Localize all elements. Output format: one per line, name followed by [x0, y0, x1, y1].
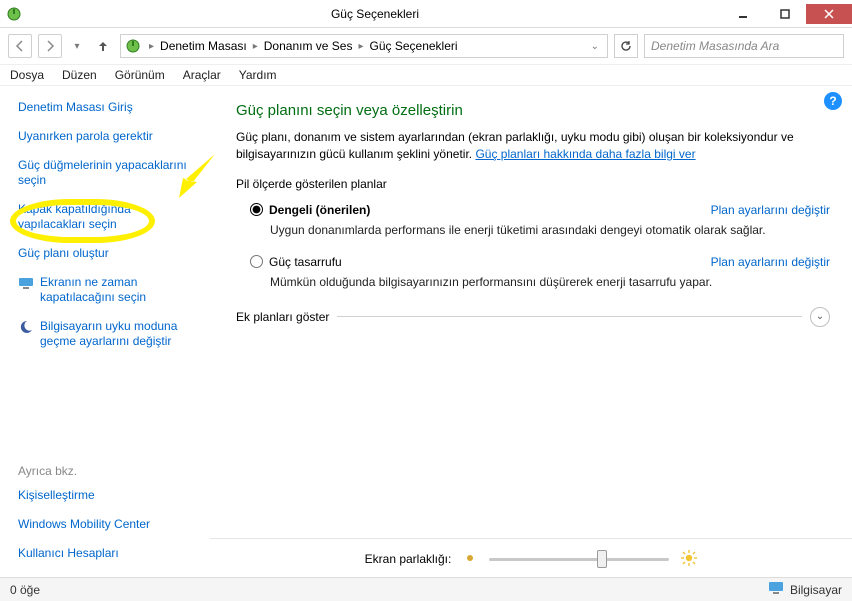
power-plan-saver: Güç tasarrufu Plan ayarlarını değiştir M…: [250, 255, 830, 289]
menu-view[interactable]: Görünüm: [115, 68, 165, 82]
sidebar: Denetim Masası Giriş Uyanırken parola ge…: [0, 86, 210, 577]
content-area: Denetim Masası Giriş Uyanırken parola ge…: [0, 86, 852, 577]
seealso-personalization[interactable]: Kişiselleştirme: [18, 488, 201, 503]
sidebar-item-sleep-settings[interactable]: Bilgisayarın uyku moduna geçme ayarların…: [18, 319, 201, 349]
seealso-mobility-center[interactable]: Windows Mobility Center: [18, 517, 201, 532]
sidebar-item-power-buttons[interactable]: Güç düğmelerinin yapacaklarını seçin: [18, 158, 201, 188]
sidebar-item-lid-close[interactable]: Kapak kapatıldığında yapılacakları seçin: [18, 202, 201, 232]
plan-radio-saver[interactable]: [250, 255, 263, 268]
nav-toolbar: ▾ ▸ Denetim Masası ▸ Donanım ve Ses ▸ Gü…: [0, 28, 852, 64]
slider-thumb[interactable]: [597, 550, 607, 568]
refresh-button[interactable]: [614, 34, 638, 58]
page-description: Güç planı, donanım ve sistem ayarlarında…: [236, 129, 830, 163]
back-button[interactable]: [8, 34, 32, 58]
brightness-control: Ekran parlaklığı:: [210, 538, 852, 569]
breadcrumb-item[interactable]: Donanım ve Ses: [264, 39, 353, 53]
menu-help[interactable]: Yardım: [239, 68, 277, 82]
help-icon[interactable]: ?: [824, 92, 842, 110]
sidebar-item-control-panel-home[interactable]: Denetim Masası Giriş: [18, 100, 201, 115]
plan-name: Dengeli (önerilen): [269, 203, 370, 217]
see-also-header: Ayrıca bkz.: [18, 464, 201, 478]
chevron-right-icon: ▸: [354, 41, 367, 52]
change-plan-settings-link[interactable]: Plan ayarlarını değiştir: [711, 203, 830, 217]
brightness-label: Ekran parlaklığı:: [365, 552, 452, 566]
seealso-user-accounts[interactable]: Kullanıcı Hesapları: [18, 546, 201, 561]
power-options-icon: [125, 38, 141, 54]
power-plan-balanced: Dengeli (önerilen) Plan ayarlarını değiş…: [250, 203, 830, 237]
chevron-right-icon: ▸: [145, 41, 158, 52]
sidebar-item-create-plan[interactable]: Güç planı oluştur: [18, 246, 201, 261]
up-button[interactable]: [92, 35, 114, 57]
menu-tools[interactable]: Araçlar: [183, 68, 221, 82]
plan-name: Güç tasarrufu: [269, 255, 342, 269]
sun-low-icon: [463, 551, 477, 568]
monitor-icon: [18, 275, 34, 291]
brightness-slider[interactable]: [489, 549, 669, 569]
menu-edit[interactable]: Düzen: [62, 68, 97, 82]
plan-description: Uygun donanımlarda performans ile enerji…: [270, 223, 830, 237]
status-item-count: 0 öğe: [10, 583, 40, 597]
minimize-button[interactable]: [722, 4, 764, 24]
maximize-button[interactable]: [764, 4, 806, 24]
search-placeholder: Denetim Masasında Ara: [651, 39, 779, 53]
window-title: Güç Seçenekleri: [28, 7, 722, 21]
chevron-right-icon: ▸: [249, 41, 262, 52]
change-plan-settings-link[interactable]: Plan ayarlarını değiştir: [711, 255, 830, 269]
menubar: Dosya Düzen Görünüm Araçlar Yardım: [0, 64, 852, 86]
breadcrumb-dropdown[interactable]: ⌄: [587, 41, 603, 52]
chevron-down-icon[interactable]: ⌄: [810, 307, 830, 327]
menu-file[interactable]: Dosya: [10, 68, 44, 82]
main-panel: ? Güç planını seçin veya özelleştirin Gü…: [210, 86, 852, 577]
titlebar: Güç Seçenekleri: [0, 0, 852, 28]
show-additional-plans[interactable]: Ek planları göster ⌄: [236, 307, 830, 327]
breadcrumb-item[interactable]: Denetim Masası: [160, 39, 247, 53]
recent-dropdown[interactable]: ▾: [68, 34, 86, 58]
sidebar-item-require-password[interactable]: Uyanırken parola gerektir: [18, 129, 201, 144]
forward-button[interactable]: [38, 34, 62, 58]
plans-section-label: Pil ölçerde gösterilen planlar: [236, 177, 830, 191]
learn-more-link[interactable]: Güç planları hakkında daha fazla bilgi v…: [475, 147, 695, 161]
breadcrumb-item[interactable]: Güç Seçenekleri: [370, 39, 458, 53]
moon-icon: [18, 319, 34, 335]
statusbar: 0 öğe Bilgisayar: [0, 577, 852, 601]
sun-high-icon: [681, 550, 697, 569]
power-options-icon: [6, 6, 22, 22]
sidebar-item-display-off[interactable]: Ekranın ne zaman kapatılacağını seçin: [18, 275, 201, 305]
page-title: Güç planını seçin veya özelleştirin: [236, 102, 830, 119]
close-button[interactable]: [806, 4, 852, 24]
plan-radio-balanced[interactable]: [250, 203, 263, 216]
plan-description: Mümkün olduğunda bilgisayarınızın perfor…: [270, 275, 830, 289]
computer-icon: [768, 581, 784, 598]
status-location: Bilgisayar: [790, 583, 842, 597]
breadcrumb[interactable]: ▸ Denetim Masası ▸ Donanım ve Ses ▸ Güç …: [120, 34, 608, 58]
search-input[interactable]: Denetim Masasında Ara: [644, 34, 844, 58]
